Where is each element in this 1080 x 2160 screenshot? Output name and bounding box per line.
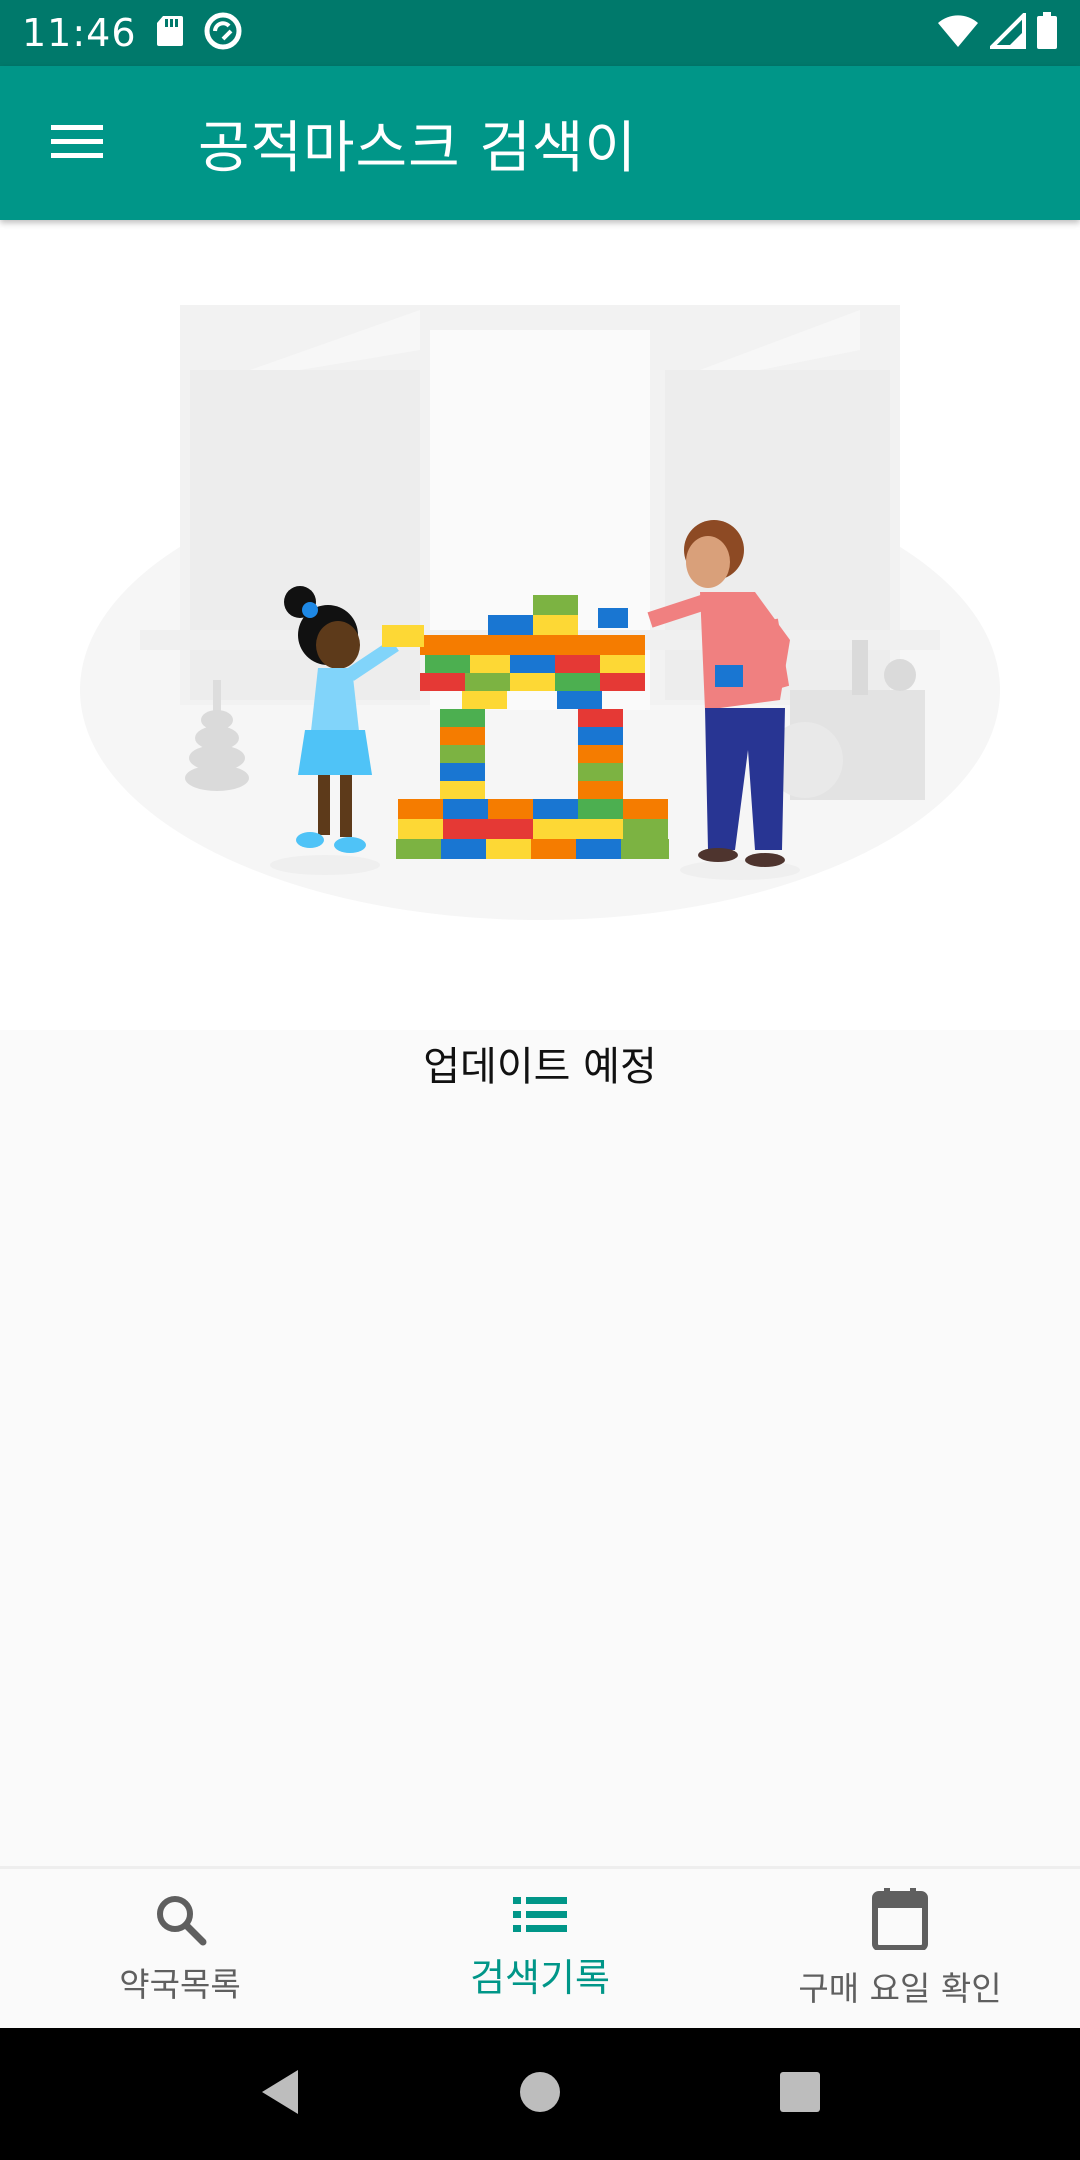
back-icon <box>258 2068 302 2120</box>
wifi-icon <box>936 13 980 53</box>
calendar-icon <box>872 1887 928 1954</box>
search-icon <box>153 1892 207 1950</box>
app-bar: 공적마스크 검색이 <box>0 66 1080 220</box>
menu-icon <box>51 123 103 163</box>
battery-icon <box>1036 12 1058 54</box>
nav-item-purchase-day[interactable]: 구매 요일 확인 <box>720 1869 1080 2028</box>
status-time: 11:46 <box>22 11 137 55</box>
recents-icon <box>779 2071 821 2117</box>
bottom-navigation: 약국목록 검색기록 구매 요일 확인 <box>0 1866 1080 2028</box>
nav-item-pharmacy-list[interactable]: 약국목록 <box>0 1869 360 2028</box>
sync-icon <box>203 11 243 55</box>
empty-state-illustration <box>0 220 1080 1030</box>
nav-item-search-history[interactable]: 검색기록 <box>360 1869 720 2028</box>
nav-label-search-history: 검색기록 <box>470 1956 610 2000</box>
status-bar: 11:46 <box>0 0 1080 66</box>
page-title: 공적마스크 검색이 <box>198 115 637 181</box>
home-button[interactable] <box>500 2054 580 2134</box>
nav-label-pharmacy-list: 약국목록 <box>119 1964 241 2004</box>
home-icon <box>518 2070 562 2118</box>
kids-building-blocks-illustration <box>80 305 1000 920</box>
back-button[interactable] <box>240 2054 320 2134</box>
sd-card-icon <box>155 14 185 52</box>
nav-label-purchase-day: 구매 요일 확인 <box>798 1968 1002 2008</box>
menu-button[interactable] <box>0 66 154 220</box>
signal-icon <box>987 10 1026 53</box>
update-message: 업데이트 예정 <box>423 1044 657 1090</box>
list-icon <box>513 1895 567 1939</box>
system-navigation-bar <box>0 2028 1080 2160</box>
recents-button[interactable] <box>760 2054 840 2134</box>
